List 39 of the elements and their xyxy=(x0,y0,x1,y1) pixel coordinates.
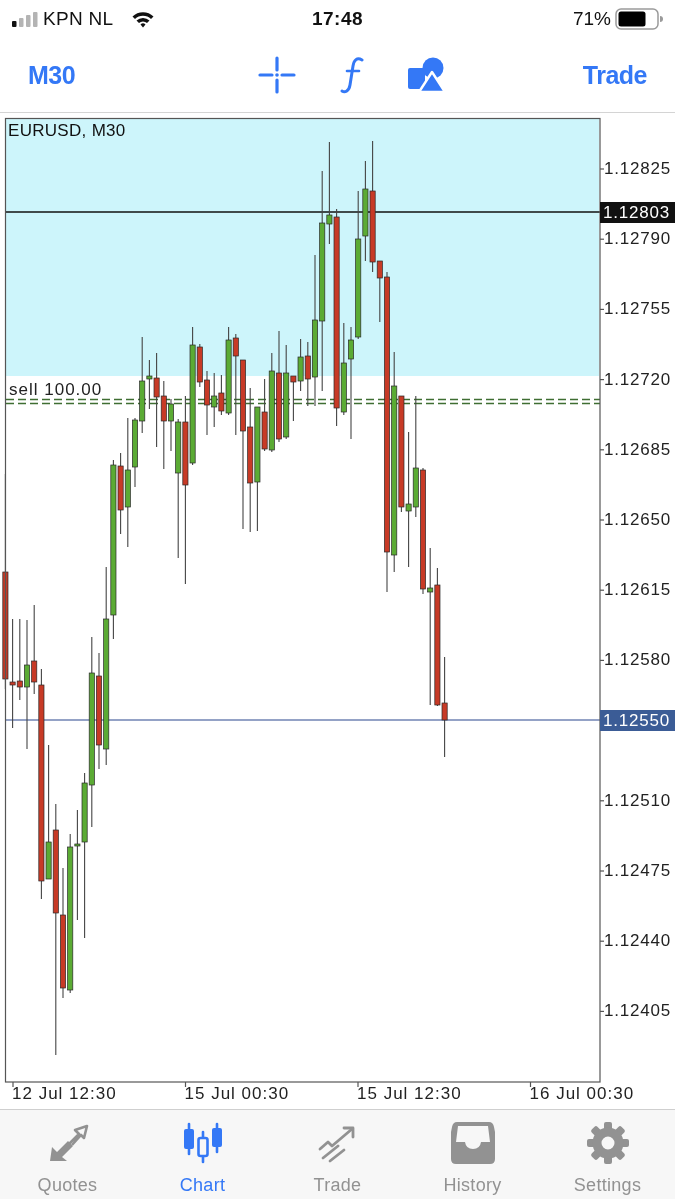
tab-bar-item[interactable]: Chart xyxy=(135,1110,270,1199)
tab-bar-item[interactable]: Quotes xyxy=(0,1110,135,1199)
price-axis-label: 1.12440 xyxy=(604,930,672,953)
price-axis-label: 1.12615 xyxy=(604,579,672,602)
price-axis-label: 1.12825 xyxy=(604,158,672,180)
tab-bar-item[interactable]: Settings xyxy=(540,1110,675,1199)
clock-time: 17:48 xyxy=(311,8,364,30)
price-axis-label: 1.12790 xyxy=(604,228,672,251)
time-axis-label: 12 Jul 12:30 xyxy=(12,1084,117,1104)
trade-button[interactable]: Trade xyxy=(582,60,647,90)
settings-icon xyxy=(586,1122,629,1164)
candlestick-icon xyxy=(182,1122,223,1164)
chart-title: EURUSD, M30 xyxy=(8,121,126,141)
price-axis-label: 1.12755 xyxy=(604,298,672,321)
crosshair-icon[interactable] xyxy=(257,56,296,94)
wifi-icon xyxy=(131,10,156,28)
price-axis-label: 1.12405 xyxy=(604,1000,672,1023)
price-level-tag: 1.12803 xyxy=(600,201,675,223)
price-axis-label: 1.12510 xyxy=(604,789,672,812)
tab-bar-item[interactable]: Trade xyxy=(270,1110,405,1199)
price-axis-label: 1.12720 xyxy=(604,368,672,391)
price-axis-label: 1.12685 xyxy=(604,438,672,461)
order-label: sell 100.00 xyxy=(9,380,103,400)
tray-icon xyxy=(450,1122,495,1164)
signal-icon xyxy=(12,11,38,27)
price-axis-label: 1.12475 xyxy=(604,860,672,882)
time-axis-label: 15 Jul 12:30 xyxy=(357,1084,462,1104)
function-icon[interactable] xyxy=(339,56,364,94)
carrier-name: KPN NL xyxy=(43,8,114,30)
bid-price-tag: 1.12550 xyxy=(600,709,675,731)
battery-percent: 71% xyxy=(572,8,611,30)
battery-icon xyxy=(615,8,663,30)
timeframe-button[interactable]: M30 xyxy=(28,60,76,90)
shapes-icon[interactable] xyxy=(407,57,446,93)
time-axis-label: 15 Jul 00:30 xyxy=(184,1084,290,1104)
tab-bar-item[interactable]: History xyxy=(405,1110,540,1199)
price-axis-label: 1.12580 xyxy=(604,649,672,672)
time-axis-label: 16 Jul 00:30 xyxy=(529,1084,635,1104)
price-axis-label: 1.12650 xyxy=(604,509,672,531)
